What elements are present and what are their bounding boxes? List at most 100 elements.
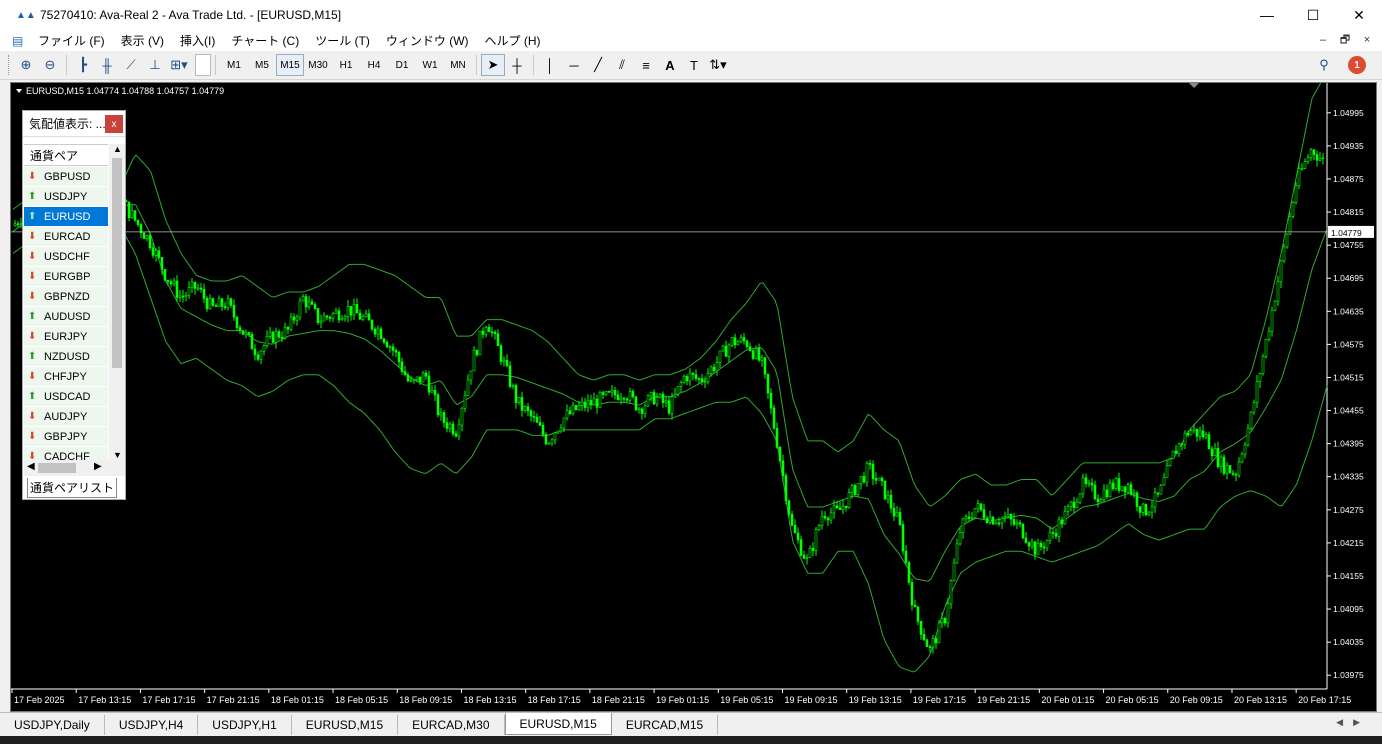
timeframe-m1[interactable]: M1 xyxy=(220,54,248,76)
notification-badge[interactable]: 1 xyxy=(1348,56,1366,74)
text-label-icon[interactable]: T xyxy=(682,54,706,76)
symbol-row-gbpjpy[interactable]: ⬇ GBPJPY xyxy=(24,427,108,447)
chart-tab[interactable]: USDJPY,H4 xyxy=(105,715,199,735)
menu-tools[interactable]: ツール (T) xyxy=(307,32,378,49)
scroll-up-icon[interactable]: ▲ xyxy=(113,144,122,154)
mdi-minimize-button[interactable]: – xyxy=(1314,32,1332,48)
price-chart[interactable]: 1.04779 1.04995 1.04935 1.04875 1.04815 1.047… xyxy=(11,83,1378,713)
candle-body xyxy=(1276,281,1280,302)
scrollbar-thumb[interactable] xyxy=(112,158,122,368)
timeframe-m30[interactable]: M30 xyxy=(304,54,332,76)
timeframe-w1[interactable]: W1 xyxy=(416,54,444,76)
fibonacci-icon[interactable]: ≡ xyxy=(634,54,658,76)
zoom-in-icon[interactable]: ⊕ xyxy=(14,54,38,76)
trendline-icon[interactable]: ╱ xyxy=(586,54,610,76)
candle-body xyxy=(688,372,692,382)
zoom-out-icon[interactable]: ⊖ xyxy=(38,54,62,76)
symbols-tab[interactable]: 通貨ペアリスト xyxy=(27,478,117,498)
scroll-down-icon[interactable]: ▼ xyxy=(113,450,122,460)
scrollbar-thumb[interactable] xyxy=(38,463,76,473)
symbol-row-usdchf[interactable]: ⬇ USDCHF xyxy=(24,247,108,267)
candle-body xyxy=(1198,430,1202,437)
symbol-row-nzdusd[interactable]: ⬆ NZDUSD xyxy=(24,347,108,367)
arrows-icon[interactable]: ⇅▾ xyxy=(706,54,730,76)
menu-help[interactable]: ヘルプ (H) xyxy=(477,32,549,49)
candlestick-icon[interactable]: ╫ xyxy=(95,54,119,76)
symbol-row-gbpnzd[interactable]: ⬇ GBPNZD xyxy=(24,287,108,307)
mdi-close-button[interactable]: × xyxy=(1358,32,1376,48)
horizontal-line-icon[interactable]: ─ xyxy=(562,54,586,76)
chart-window-icon[interactable]: ▤ xyxy=(12,34,30,48)
chart-tab[interactable]: EURUSD,M15 xyxy=(292,715,399,735)
candle-body xyxy=(679,382,683,387)
chart-tab[interactable]: EURCAD,M30 xyxy=(398,715,505,735)
text-icon[interactable]: A xyxy=(658,54,682,76)
symbol-row-eurgbp[interactable]: ⬇ EURGBP xyxy=(24,267,108,287)
symbol-row-usdcad[interactable]: ⬆ USDCAD xyxy=(24,387,108,407)
x-tick-label: 20 Feb 09:15 xyxy=(1170,695,1223,705)
symbol-row-eurcad[interactable]: ⬇ EURCAD xyxy=(24,227,108,247)
symbol-row-eurjpy[interactable]: ⬇ EURJPY xyxy=(24,327,108,347)
close-button[interactable]: ✕ xyxy=(1336,0,1382,30)
y-tick-label: 1.04275 xyxy=(1333,505,1364,515)
candle-body xyxy=(169,281,173,285)
chart-tab[interactable]: USDJPY,Daily xyxy=(0,715,105,735)
x-tick-label: 20 Feb 17:15 xyxy=(1298,695,1351,705)
chart-tab-active[interactable]: EURUSD,M15 xyxy=(504,713,612,735)
search-icon[interactable]: ⚲ xyxy=(1312,54,1336,76)
market-watch-close-button[interactable]: x xyxy=(105,115,123,133)
menu-chart[interactable]: チャート (C) xyxy=(223,32,307,49)
candle-body xyxy=(178,295,182,298)
symbol-row-audusd[interactable]: ⬆ AUDUSD xyxy=(24,307,108,327)
scroll-right-icon[interactable]: ▶ xyxy=(94,461,102,472)
chart-window[interactable]: 1.04779 1.04995 1.04935 1.04875 1.04815 1.047… xyxy=(10,82,1377,712)
candle-body xyxy=(724,345,728,357)
equidistant-channel-icon[interactable]: ⫽ xyxy=(610,54,634,76)
timeframe-m5[interactable]: M5 xyxy=(248,54,276,76)
chart-tab[interactable]: USDJPY,H1 xyxy=(198,715,292,735)
candle-body xyxy=(1213,447,1217,456)
candle-body xyxy=(922,634,926,641)
candle-body xyxy=(1054,533,1058,537)
market-watch-panel[interactable]: 気配値表示: ... x 通貨ペア ⬇ GBPUSD ⬆ USDJPY ⬆ EURUSD ⬇… xyxy=(22,110,126,500)
minimize-button[interactable]: — xyxy=(1244,0,1290,30)
bar-chart-icon[interactable]: ┣ xyxy=(71,54,95,76)
candle-body xyxy=(280,337,284,339)
indicators-icon[interactable]: ⊞▾ xyxy=(167,54,191,76)
symbol-row-usdjpy[interactable]: ⬆ USDJPY xyxy=(24,187,108,207)
menu-file[interactable]: ファイル (F) xyxy=(30,32,113,49)
candle-body xyxy=(985,517,989,524)
timeframe-m15[interactable]: M15 xyxy=(276,54,304,76)
candle-body xyxy=(1174,450,1178,454)
candle-body xyxy=(1267,330,1271,340)
crosshair-icon[interactable]: ┼ xyxy=(505,54,529,76)
horizontal-scrollbar[interactable]: ◀ ▶ xyxy=(24,460,125,476)
scroll-left-icon[interactable]: ◀ xyxy=(27,461,35,472)
menu-insert[interactable]: 挿入(I) xyxy=(172,32,223,49)
column-header-symbol[interactable]: 通貨ペア xyxy=(24,144,108,166)
timeframe-mn[interactable]: MN xyxy=(444,54,472,76)
timeframe-h1[interactable]: H1 xyxy=(332,54,360,76)
symbol-row-chfjpy[interactable]: ⬇ CHFJPY xyxy=(24,367,108,387)
blank-button[interactable] xyxy=(195,54,211,76)
timeframe-h4[interactable]: H4 xyxy=(360,54,388,76)
mdi-restore-button[interactable]: 🗗 xyxy=(1336,32,1354,48)
candle-body xyxy=(1036,542,1040,555)
vertical-line-icon[interactable]: │ xyxy=(538,54,562,76)
cursor-icon[interactable]: ➤ xyxy=(481,54,505,76)
timeframe-d1[interactable]: D1 xyxy=(388,54,416,76)
symbol-row-eurusd[interactable]: ⬆ EURUSD xyxy=(24,207,108,227)
y-tick-label: 1.04755 xyxy=(1333,240,1364,250)
line-chart-icon[interactable]: ⟋ xyxy=(119,54,143,76)
auto-scroll-icon[interactable]: ⊥ xyxy=(143,54,167,76)
maximize-button[interactable]: ☐ xyxy=(1290,0,1336,30)
menu-window[interactable]: ウィンドウ (W) xyxy=(378,32,477,49)
chart-tab[interactable]: EURCAD,M15 xyxy=(612,715,719,735)
symbol-row-gbpusd[interactable]: ⬇ GBPUSD xyxy=(24,167,108,187)
toolbar-grip[interactable] xyxy=(8,55,11,75)
candle-body xyxy=(1192,428,1196,431)
vertical-scrollbar[interactable]: ▲ ▼ xyxy=(109,144,125,460)
tab-scroll-arrows-icon[interactable]: ◀▶ xyxy=(1336,717,1370,728)
symbol-row-audjpy[interactable]: ⬇ AUDJPY xyxy=(24,407,108,427)
menu-view[interactable]: 表示 (V) xyxy=(113,32,172,49)
